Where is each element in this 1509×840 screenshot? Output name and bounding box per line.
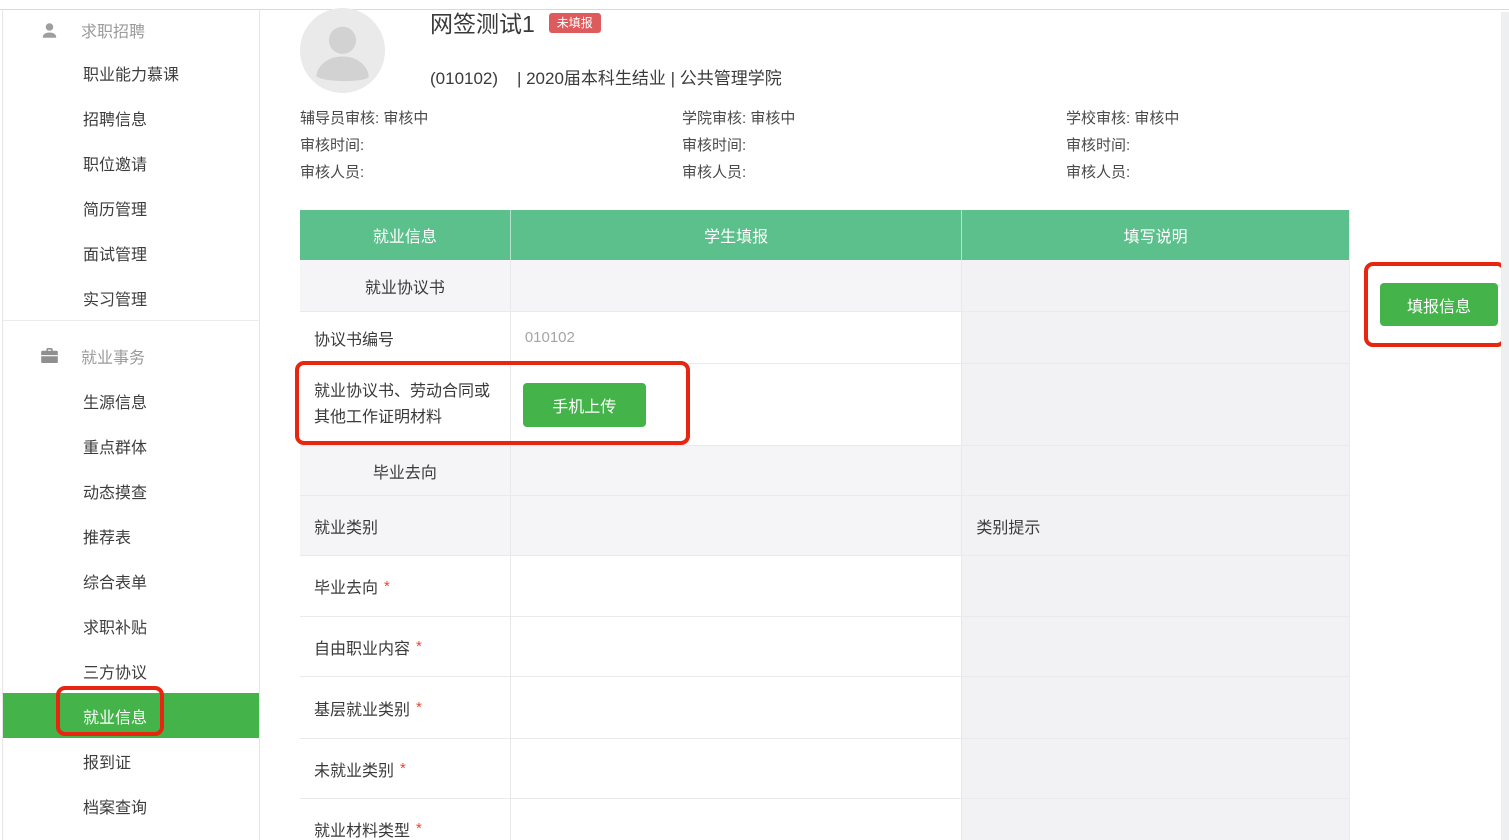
employment-table: 就业信息 学生填报 填写说明 就业协议书 协议书编号 010102 就业协议书、… xyxy=(300,210,1350,840)
sidebar-item-interview[interactable]: 面试管理 xyxy=(3,230,259,275)
required-asterisk: * xyxy=(400,760,406,777)
table-header-row: 就业信息 学生填报 填写说明 xyxy=(300,210,1349,260)
avatar xyxy=(300,8,385,93)
sidebar-section-job-seeking[interactable]: 求职招聘 xyxy=(3,10,259,50)
review-time-label: 审核时间: xyxy=(682,132,795,159)
row-value-cell xyxy=(510,617,962,676)
column-header-student-fill: 学生填报 xyxy=(510,210,962,260)
row-value-cell xyxy=(510,739,962,798)
required-asterisk: * xyxy=(384,578,390,595)
review-status: 审核中 xyxy=(383,110,428,127)
sidebar-section-employment[interactable]: 就业事务 xyxy=(3,333,259,378)
sidebar-item-key-groups[interactable]: 重点群体 xyxy=(3,423,259,468)
sidebar-item-recommendation-form[interactable]: 推荐表 xyxy=(3,513,259,558)
sidebar-item-comprehensive-forms[interactable]: 综合表单 xyxy=(3,558,259,603)
required-asterisk: * xyxy=(416,820,422,837)
sidebar-item-employment-info[interactable]: 就业信息 xyxy=(3,693,259,738)
row-value-cell xyxy=(510,496,962,555)
scrollbar[interactable] xyxy=(1501,12,1509,840)
table-row-freelance-content: 自由职业内容 * xyxy=(300,617,1349,677)
agreement-number-value: 010102 xyxy=(525,329,575,346)
row-label: 就业类别 xyxy=(314,514,378,538)
sidebar-item-recruit-info[interactable]: 招聘信息 xyxy=(3,95,259,140)
review-person-label: 审核人员: xyxy=(1066,159,1179,186)
review-title: 辅导员审核: xyxy=(300,110,379,127)
sidebar-item-source-info[interactable]: 生源信息 xyxy=(3,378,259,423)
row-note-cell xyxy=(961,617,1349,676)
review-title: 学校审核: xyxy=(1066,110,1130,127)
review-person-label: 审核人员: xyxy=(682,159,795,186)
table-row-grassroots-category: 基层就业类别 * xyxy=(300,677,1349,739)
row-note-cell xyxy=(961,677,1349,738)
row-label: 就业协议书、劳动合同或其他工作证明材料 xyxy=(314,379,496,431)
fill-info-button[interactable]: 填报信息 xyxy=(1380,283,1498,326)
row-label: 协议书编号 xyxy=(314,326,394,350)
review-time-label: 审核时间: xyxy=(1066,132,1179,159)
table-row-proof-materials: 就业协议书、劳动合同或其他工作证明材料 手机上传 xyxy=(300,364,1349,446)
row-note-cell xyxy=(961,556,1349,616)
table-row-graduation-destination-section: 毕业去向 xyxy=(300,446,1349,496)
review-person-label: 审核人员: xyxy=(300,159,428,186)
profile-meta: (010102) | 2020届本科生结业 | 公共管理学院 xyxy=(430,64,782,89)
row-label: 毕业去向 xyxy=(314,574,378,598)
review-status: 审核中 xyxy=(1134,110,1179,127)
sidebar-item-dynamic-survey[interactable]: 动态摸查 xyxy=(3,468,259,513)
table-row-unemployed-category: 未就业类别 * xyxy=(300,739,1349,799)
sidebar-divider xyxy=(3,320,259,321)
table-row-material-type: 就业材料类型 * xyxy=(300,799,1349,840)
sidebar-item-job-invite[interactable]: 职位邀请 xyxy=(3,140,259,185)
review-counselor: 辅导员审核: 审核中 审核时间: 审核人员: xyxy=(300,105,428,186)
required-asterisk: * xyxy=(416,699,422,716)
sidebar-section-label: 就业事务 xyxy=(81,344,145,368)
table-row-agreement-section: 就业协议书 xyxy=(300,260,1349,312)
sidebar-item-mooc[interactable]: 职业能力慕课 xyxy=(3,50,259,95)
page-title: 网签测试1 xyxy=(430,10,535,38)
row-note-cell xyxy=(961,446,1349,495)
review-status: 审核中 xyxy=(750,110,795,127)
category-hint-text: 类别提示 xyxy=(976,514,1040,538)
row-label: 自由职业内容 xyxy=(314,635,410,659)
table-row-graduation-destination-field: 毕业去向 * xyxy=(300,556,1349,617)
column-header-employment-info: 就业信息 xyxy=(300,210,510,260)
review-college: 学院审核: 审核中 审核时间: 审核人员: xyxy=(682,105,795,186)
row-note-cell xyxy=(961,260,1349,311)
row-label: 基层就业类别 xyxy=(314,696,410,720)
profile-header: 网签测试1 未填报 xyxy=(430,10,601,38)
required-asterisk: * xyxy=(416,638,422,655)
table-row-employment-category: 就业类别 类别提示 xyxy=(300,496,1349,556)
user-icon xyxy=(39,20,59,40)
review-title: 学院审核: xyxy=(682,110,746,127)
row-label: 就业协议书 xyxy=(365,274,445,298)
review-time-label: 审核时间: xyxy=(300,132,428,159)
sidebar-item-registration-card[interactable]: 报到证 xyxy=(3,738,259,783)
sidebar-item-resume[interactable]: 简历管理 xyxy=(3,185,259,230)
row-value-cell xyxy=(510,446,962,495)
row-note-cell xyxy=(961,739,1349,798)
row-label: 就业材料类型 xyxy=(314,817,410,840)
sidebar-item-tripartite-agreement[interactable]: 三方协议 xyxy=(3,648,259,693)
briefcase-icon xyxy=(39,346,59,366)
row-value-cell xyxy=(510,677,962,738)
sidebar: 求职招聘 职业能力慕课 招聘信息 职位邀请 简历管理 面试管理 实习管理 就业事… xyxy=(2,10,260,840)
mobile-upload-button[interactable]: 手机上传 xyxy=(523,383,646,427)
row-value-cell xyxy=(510,799,962,840)
sidebar-section-label: 求职招聘 xyxy=(81,18,145,42)
row-value-cell xyxy=(510,556,962,616)
sidebar-item-archive-query[interactable]: 档案查询 xyxy=(3,783,259,828)
sidebar-item-internship[interactable]: 实习管理 xyxy=(3,275,259,320)
row-note-cell xyxy=(961,312,1349,363)
row-label: 未就业类别 xyxy=(314,757,394,781)
table-row-agreement-number: 协议书编号 010102 xyxy=(300,312,1349,364)
row-note-cell xyxy=(961,799,1349,840)
app-root: 求职招聘 职业能力慕课 招聘信息 职位邀请 简历管理 面试管理 实习管理 就业事… xyxy=(0,0,1509,840)
review-school: 学校审核: 审核中 审核时间: 审核人员: xyxy=(1066,105,1179,186)
row-value-cell xyxy=(510,260,962,311)
column-header-fill-instructions: 填写说明 xyxy=(961,210,1349,260)
row-note-cell xyxy=(961,364,1349,445)
status-badge: 未填报 xyxy=(549,13,601,33)
sidebar-item-job-subsidy[interactable]: 求职补贴 xyxy=(3,603,259,648)
row-label: 毕业去向 xyxy=(373,459,437,483)
